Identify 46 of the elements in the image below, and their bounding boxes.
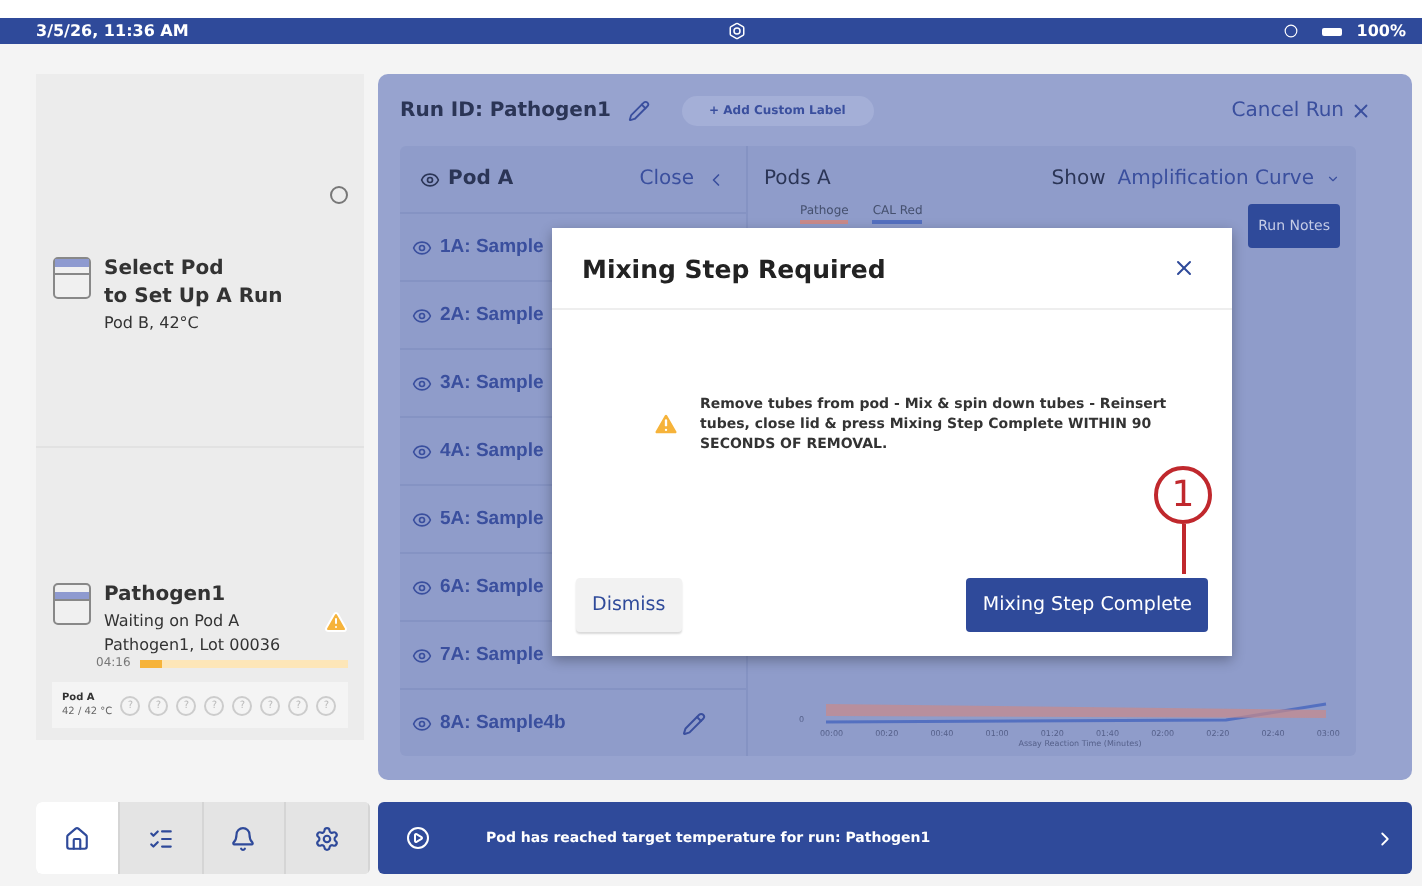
checklist-icon[interactable]: [147, 825, 174, 851]
power-icon: [1284, 24, 1299, 38]
settings-icon[interactable]: [314, 825, 341, 851]
leader-line: [1181, 524, 1185, 574]
cancel-run-button[interactable]: Cancel Run: [1231, 99, 1396, 121]
eye-icon[interactable]: [412, 441, 432, 461]
edit-icon[interactable]: [627, 99, 650, 121]
warning-icon: [652, 410, 680, 438]
eye-icon[interactable]: [412, 509, 432, 529]
eye-icon[interactable]: [412, 713, 432, 733]
eye-icon[interactable]: [412, 373, 432, 393]
battery-icon: [1322, 27, 1343, 35]
dialog-title: Mixing Step Required: [582, 253, 888, 283]
pod-title: Select Pod: [104, 255, 226, 281]
home-icon[interactable]: [63, 825, 90, 851]
pod-title: to Set Up A Run: [104, 283, 285, 309]
play-icon[interactable]: [406, 826, 430, 850]
battery-level: 100%: [1356, 22, 1406, 40]
eye-icon[interactable]: [412, 577, 432, 597]
run-id: Run ID: Pathogen1: [400, 99, 612, 121]
date-time: 3/5/26, 11:36 AM: [36, 22, 189, 40]
eye-icon[interactable]: [412, 237, 432, 257]
edit-icon[interactable]: [682, 711, 706, 735]
chart-title: Pods A: [764, 168, 833, 190]
close-icon[interactable]: [1172, 256, 1196, 280]
pod-icon: [52, 255, 92, 299]
bell-icon[interactable]: [230, 825, 257, 851]
close-button[interactable]: Close: [639, 168, 726, 190]
eye-icon[interactable]: [412, 305, 432, 325]
run-detail: Pathogen1, Lot 00036: [104, 634, 283, 656]
pod-radio[interactable]: [330, 186, 348, 204]
pod-subtitle: Pod B, 42°C: [104, 311, 201, 333]
callout-number: 1: [1154, 466, 1212, 524]
view-dropdown[interactable]: Amplification Curve: [1117, 168, 1340, 190]
pod-heading: Pod A: [448, 168, 516, 190]
pod-icon: [52, 582, 92, 626]
sample-name[interactable]: 8A: Sample4b: [440, 712, 674, 734]
eye-icon[interactable]: [412, 645, 432, 665]
home-tab[interactable]: [36, 802, 120, 874]
complete-button[interactable]: Mixing Step Complete: [966, 578, 1208, 632]
eye-icon[interactable]: [420, 169, 440, 189]
caret-icon[interactable]: [1326, 172, 1340, 186]
show-label: Show: [1051, 168, 1106, 190]
run-status: Waiting on Pod A: [104, 610, 242, 632]
run-title: Pathogen1: [104, 582, 228, 608]
dismiss-button[interactable]: Dismiss: [576, 578, 682, 632]
